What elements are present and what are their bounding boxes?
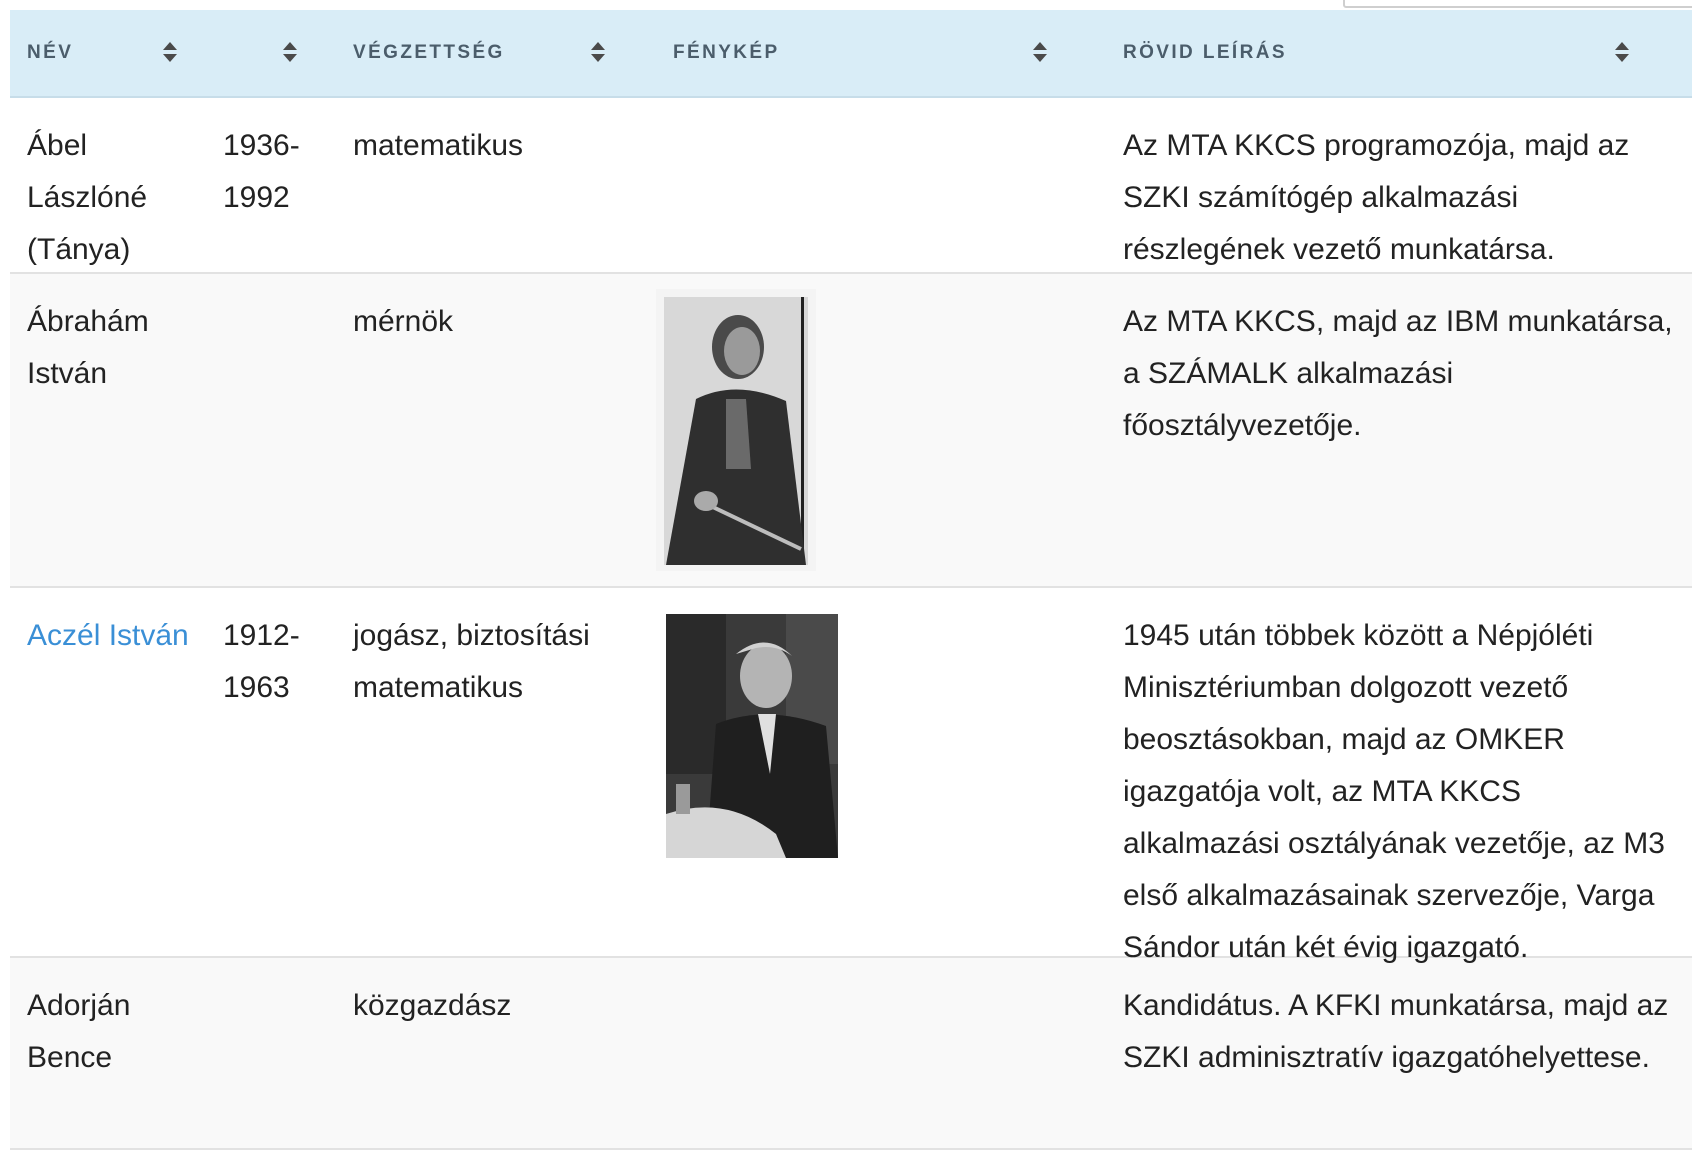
column-header-label: NÉV (27, 42, 74, 63)
column-header-name[interactable]: NÉV (10, 10, 206, 96)
person-photo-cell (656, 588, 1106, 956)
person-photo-cell (656, 98, 1106, 272)
table-row: Ábrahám István mérnök Az MTA KKCS, majd … (10, 274, 1692, 588)
portrait-photo[interactable] (666, 614, 838, 858)
column-header-description[interactable]: RÖVID LEÍRÁS (1106, 10, 1692, 96)
column-header-education[interactable]: VÉGZETTSÉG (336, 10, 656, 96)
people-table: NÉV VÉGZETTSÉG FÉNYKÉP RÖVID LEÍRÁS Ábel… (10, 10, 1692, 1150)
column-header-label: VÉGZETTSÉG (353, 42, 505, 63)
table-row: Ábel Lászlóné (Tánya) 1936-1992 matemati… (10, 98, 1692, 274)
person-name-link[interactable]: Aczél István (27, 619, 189, 652)
table-header: NÉV VÉGZETTSÉG FÉNYKÉP RÖVID LEÍRÁS (10, 10, 1692, 98)
person-description: 1945 után többek között a Népjóléti Mini… (1106, 588, 1692, 964)
person-education: matematikus (353, 129, 524, 162)
person-description: Az MTA KKCS programozója, majd az SZKI s… (1106, 98, 1692, 272)
column-header-photo[interactable]: FÉNYKÉP (656, 10, 1106, 96)
person-photo-cell (656, 958, 1106, 1148)
person-years (206, 274, 336, 586)
portrait-photo[interactable] (656, 289, 816, 571)
column-header-label: RÖVID LEÍRÁS (1123, 42, 1287, 63)
person-description: Az MTA KKCS, majd az IBM munkatársa, a S… (1106, 274, 1692, 586)
person-description: Kandidátus. A KFKI munkatársa, majd az S… (1106, 958, 1692, 1148)
description-text: Az MTA KKCS programozója, majd az SZKI s… (1123, 129, 1630, 266)
description-text: Kandidátus. A KFKI munkatársa, majd az S… (1123, 989, 1669, 1074)
person-name: Adorján Bence (27, 989, 131, 1074)
person-name: Ábrahám István (27, 305, 149, 390)
person-photo-cell (656, 274, 1106, 586)
person-education: közgazdász (353, 989, 512, 1022)
sort-icon[interactable] (1614, 40, 1630, 64)
person-education: mérnök (353, 305, 454, 338)
person-years (206, 958, 336, 1148)
sort-icon[interactable] (590, 40, 606, 64)
sort-icon[interactable] (162, 40, 178, 64)
person-years: 1912-1963 (223, 619, 300, 704)
person-name: Ábel Lászlóné (Tánya) (27, 129, 148, 266)
table-row: Aczél István 1912-1963 jogász, biztosítá… (10, 588, 1692, 964)
search-input-edge[interactable] (1343, 0, 1692, 8)
person-name[interactable]: Aczél István (10, 588, 206, 956)
description-text: 1945 után többek között a Népjóléti Mini… (1123, 619, 1665, 964)
sort-icon[interactable] (1032, 40, 1048, 64)
description-text: Az MTA KKCS, majd az IBM munkatársa, a S… (1123, 305, 1673, 442)
person-education: jogász, biztosítási matematikus (353, 619, 590, 704)
column-header-years[interactable] (206, 10, 336, 96)
table-row: Adorján Bence közgazdász Kandidátus. A K… (10, 958, 1692, 1150)
sort-icon[interactable] (282, 40, 298, 64)
person-years: 1936-1992 (223, 129, 300, 214)
column-header-label: FÉNYKÉP (673, 42, 780, 63)
